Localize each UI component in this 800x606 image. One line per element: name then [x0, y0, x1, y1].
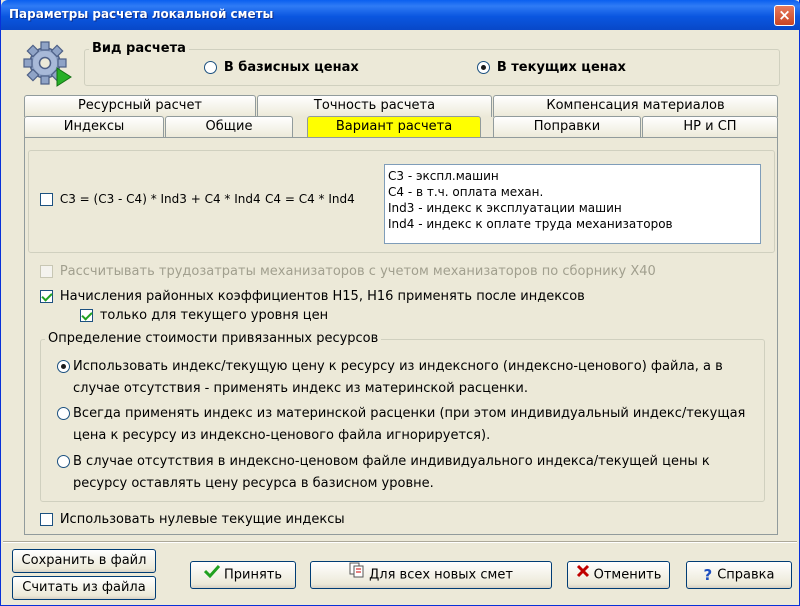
- resource-option-2[interactable]: Всегда применять индекс из материнской р…: [57, 403, 745, 447]
- regional-coeff-checkbox-box[interactable]: [40, 290, 53, 303]
- resource-option-1-line1: Использовать индекс/текущую цену к ресур…: [73, 359, 723, 374]
- radio-current-prices[interactable]: В текущих ценах: [477, 60, 626, 75]
- radio-base-prices[interactable]: В базисных ценах: [204, 60, 359, 75]
- title-bar[interactable]: Параметры расчета локальной сметы ×: [1, 0, 800, 30]
- tab-corrections[interactable]: Поправки: [493, 116, 641, 138]
- radio-current-label: В текущих ценах: [496, 60, 626, 75]
- regional-coeff-checkbox[interactable]: Начисления районных коэффициентов Н15, Н…: [40, 289, 585, 304]
- current-level-checkbox-box[interactable]: [80, 309, 93, 322]
- resource-option-2-line2: цена к ресурсу из индексно-ценового файл…: [73, 428, 491, 443]
- labor-mech-label: Рассчитывать трудозатраты механизаторов …: [59, 264, 656, 279]
- tab-calc-precision[interactable]: Точность расчета: [257, 95, 492, 117]
- cancel-label: Отменить: [593, 567, 662, 583]
- tab-overhead-profit[interactable]: НР и СП: [642, 116, 778, 138]
- tab-resource-calc[interactable]: Ресурсный расчет: [24, 95, 256, 117]
- radio-current-indicator[interactable]: [477, 61, 490, 74]
- document-stack-icon: [349, 562, 365, 588]
- formula-checkbox[interactable]: С3 = (С3 - С4) * Ind3 + C4 * Ind4: [40, 192, 261, 206]
- note-line: Ind3 - индекс к эксплуатации машин: [388, 201, 622, 215]
- labor-mech-checkbox[interactable]: Рассчитывать трудозатраты механизаторов …: [40, 264, 656, 279]
- zero-indices-label: Использовать нулевые текущие индексы: [59, 512, 345, 527]
- regional-coeff-label: Начисления районных коэффициентов Н15, Н…: [59, 289, 585, 304]
- checkmark-icon: [203, 562, 221, 588]
- help-button[interactable]: ? Справка: [686, 561, 792, 589]
- resource-option-1-radio[interactable]: [57, 360, 70, 373]
- close-button[interactable]: ×: [774, 5, 795, 26]
- calc-type-title: Вид расчета: [89, 41, 189, 56]
- cancel-button[interactable]: Отменить: [567, 561, 670, 589]
- save-to-file-button[interactable]: Сохранить в файл: [12, 549, 156, 573]
- resource-option-1[interactable]: Использовать индекс/текущую цену к ресур…: [57, 356, 723, 400]
- resource-option-2-radio[interactable]: [57, 407, 70, 420]
- resource-option-3-line1: В случае отсутствия в индексно-ценовом ф…: [73, 454, 710, 469]
- zero-indices-checkbox-box[interactable]: [40, 513, 53, 526]
- resource-cost-title: Определение стоимости привязанных ресурс…: [45, 331, 382, 346]
- tab-calc-variant[interactable]: Вариант расчета: [307, 116, 481, 139]
- formula-c4-text: С4 = С4 * Ind4: [265, 192, 355, 206]
- help-label: Справка: [717, 567, 775, 583]
- labor-mech-checkbox-box[interactable]: [40, 265, 53, 278]
- cancel-x-icon: [576, 562, 590, 588]
- tab-indices[interactable]: Индексы: [24, 116, 164, 138]
- tab-general[interactable]: Общие: [165, 116, 293, 138]
- apply-all-new-button[interactable]: Для всех новых смет: [310, 561, 552, 589]
- resource-option-2-line1: Всегда применять индекс из материнской р…: [73, 406, 746, 421]
- resource-option-1-line2: случае отсутствия - применять индекс из …: [73, 381, 528, 396]
- radio-base-indicator[interactable]: [204, 61, 217, 74]
- help-question-icon: ?: [703, 566, 713, 584]
- window-title: Параметры расчета локальной сметы: [9, 7, 274, 21]
- tab-material-compensation[interactable]: Компенсация материалов: [493, 95, 778, 117]
- dialog-window: Параметры расчета локальной сметы × Вид …: [0, 0, 800, 606]
- note-line: Ind4 - индекс к оплате труда механизатор…: [388, 217, 673, 231]
- formula-notes-box[interactable]: С3 - экспл.машин С4 - в т.ч. оплата меха…: [384, 164, 761, 244]
- zero-indices-checkbox[interactable]: Использовать нулевые текущие индексы: [40, 512, 345, 527]
- note-line: С3 - экспл.машин: [388, 169, 499, 183]
- resource-option-3-line2: ресурсу оставлять цену ресурса в базисно…: [73, 476, 434, 491]
- load-from-file-button[interactable]: Считать из файла: [12, 576, 156, 600]
- apply-all-new-label: Для всех новых смет: [369, 567, 513, 583]
- current-level-label: только для текущего уровня цен: [99, 308, 329, 323]
- formula-checkbox-box[interactable]: [40, 193, 53, 206]
- formula-checkbox-label: С3 = (С3 - С4) * Ind3 + C4 * Ind4: [59, 192, 261, 206]
- note-line: С4 - в т.ч. оплата механ.: [388, 185, 544, 199]
- current-level-checkbox[interactable]: только для текущего уровня цен: [80, 308, 328, 323]
- resource-option-3[interactable]: В случае отсутствия в индексно-ценовом ф…: [57, 451, 710, 495]
- settings-gear-icon: [23, 40, 73, 90]
- accept-button[interactable]: Принять: [190, 561, 296, 589]
- accept-label: Принять: [223, 567, 283, 583]
- bottom-separator: [3, 541, 797, 543]
- radio-base-label: В базисных ценах: [223, 60, 359, 75]
- resource-option-3-radio[interactable]: [57, 455, 70, 468]
